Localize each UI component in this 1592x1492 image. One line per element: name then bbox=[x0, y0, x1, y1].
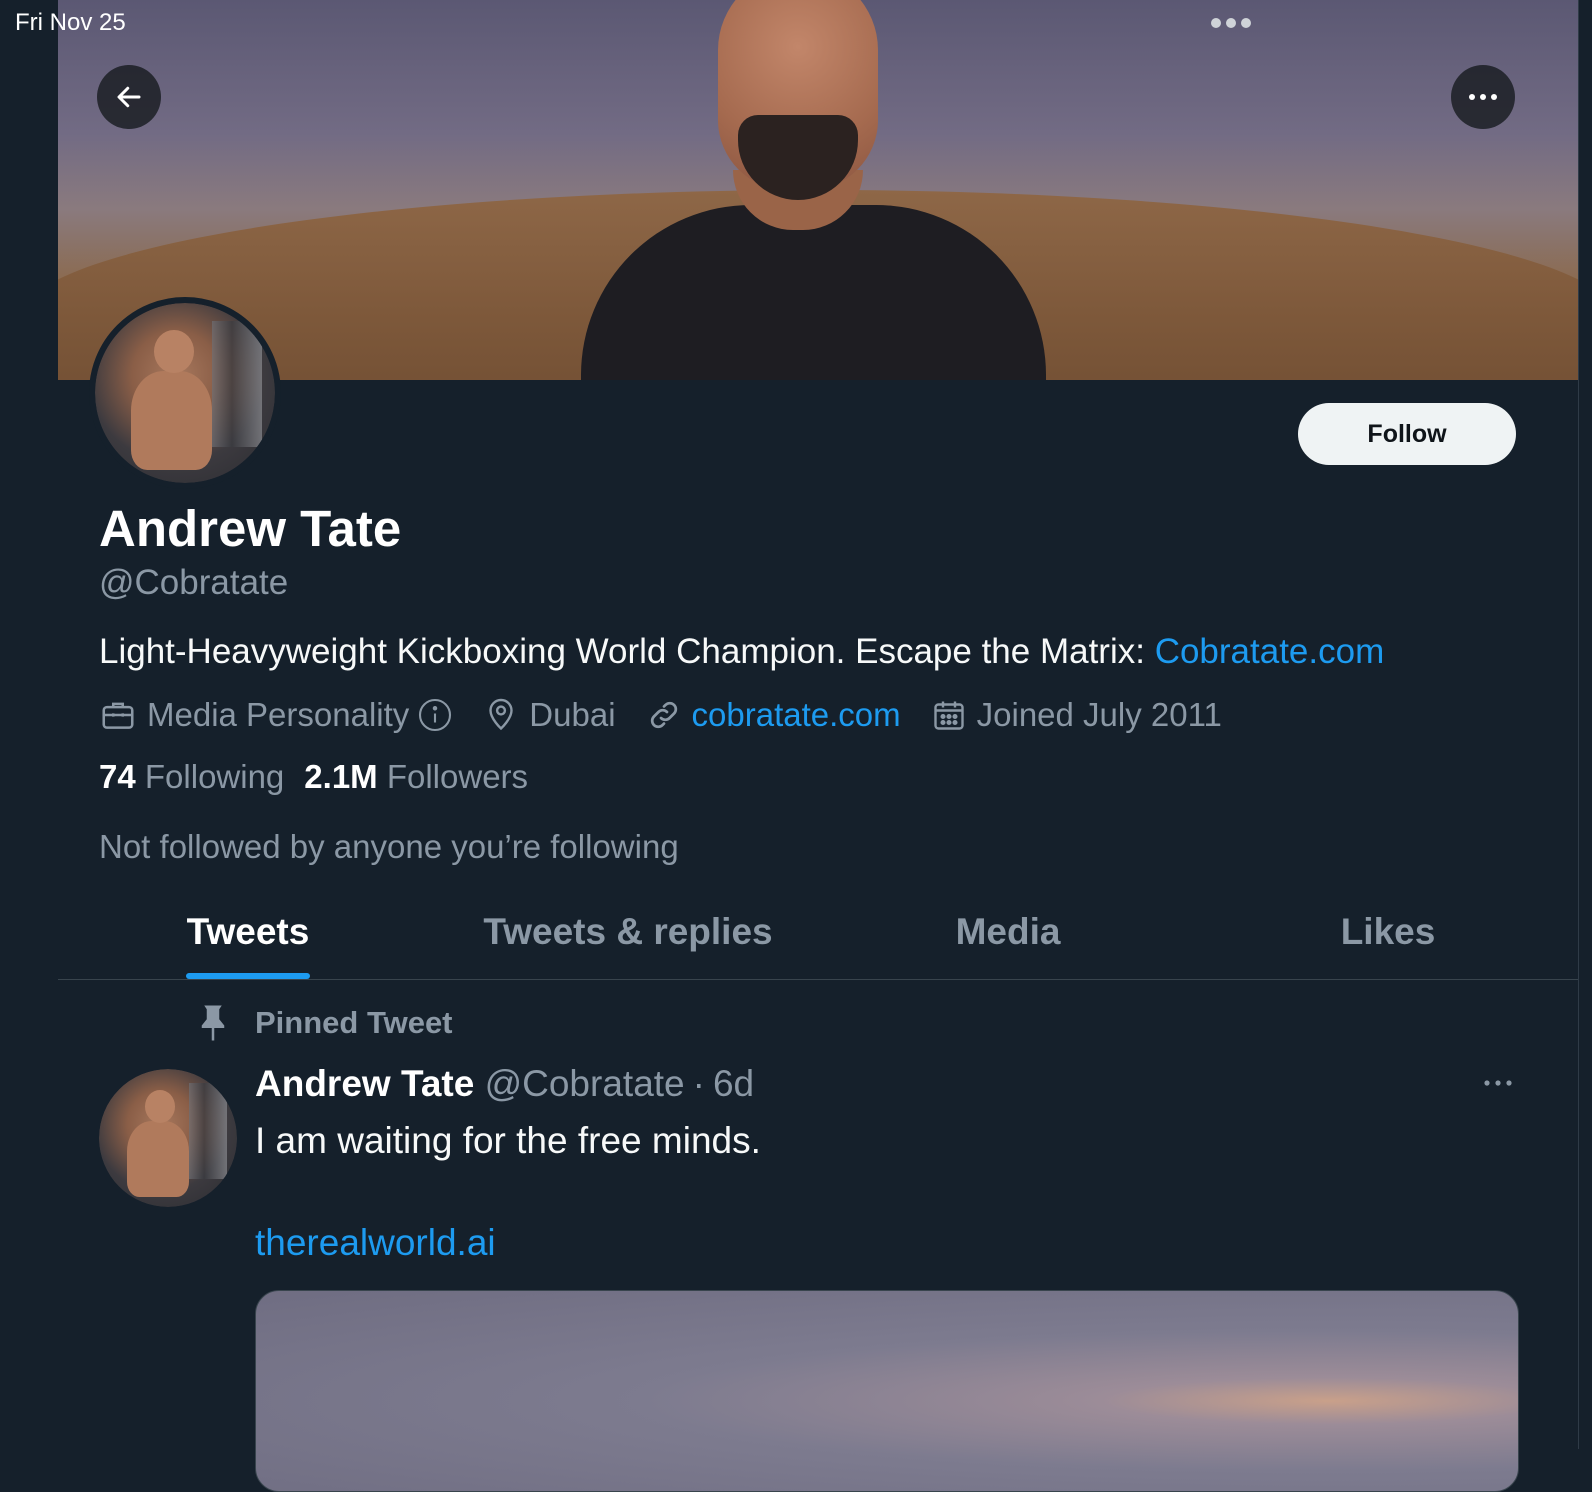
more-horizontal-icon bbox=[1469, 94, 1497, 100]
more-options-button[interactable] bbox=[1451, 65, 1515, 129]
briefcase-icon bbox=[102, 702, 134, 729]
tweet-author-handle[interactable]: @Cobratate bbox=[485, 1063, 685, 1104]
pin-icon bbox=[201, 1005, 225, 1041]
joined-label: Joined July 2011 bbox=[976, 696, 1222, 733]
profile-tabs: Tweets Tweets & replies Media Likes bbox=[58, 885, 1578, 980]
profile-location: Dubai bbox=[483, 696, 616, 734]
not-followed-text: Not followed by anyone you’re following bbox=[99, 828, 679, 865]
left-rail bbox=[0, 0, 59, 1449]
tweet-media-image[interactable] bbox=[255, 1290, 1519, 1492]
website-link[interactable]: cobratate.com bbox=[692, 696, 901, 734]
profile-handle: @Cobratate bbox=[99, 563, 289, 602]
pinned-indicator: Pinned Tweet bbox=[198, 1003, 453, 1043]
tab-label: Tweets bbox=[186, 911, 310, 952]
calendar-icon bbox=[933, 701, 964, 730]
location-label: Dubai bbox=[529, 696, 616, 733]
tab-label: Tweets & replies bbox=[483, 911, 773, 952]
tab-media[interactable]: Media bbox=[818, 885, 1198, 979]
link-icon bbox=[650, 701, 677, 729]
tweet-more-button[interactable] bbox=[1478, 1068, 1518, 1098]
tab-likes[interactable]: Likes bbox=[1198, 885, 1578, 979]
status-bar-date: Fri Nov 25 bbox=[15, 9, 126, 36]
follow-button[interactable]: Follow bbox=[1298, 403, 1516, 465]
category-label: Media Personality bbox=[147, 696, 410, 733]
following-label: Following bbox=[144, 758, 285, 795]
profile-bio: Light-Heavyweight Kickboxing World Champ… bbox=[99, 632, 1384, 672]
tweet-time[interactable]: 6d bbox=[713, 1063, 754, 1104]
tab-tweets[interactable]: Tweets bbox=[58, 885, 438, 979]
profile-joined: Joined July 2011 bbox=[931, 696, 1222, 734]
tweet-separator: · bbox=[692, 1063, 705, 1104]
back-button[interactable] bbox=[97, 65, 161, 129]
profile-stats: 74 Following 2.1M Followers bbox=[99, 758, 548, 796]
tweet-header: Andrew Tate @Cobratate · 6d bbox=[255, 1063, 754, 1105]
followers-label: Followers bbox=[386, 758, 529, 795]
tab-label: Media bbox=[955, 911, 1061, 952]
profile-avatar[interactable] bbox=[89, 297, 281, 489]
multitasking-indicator[interactable] bbox=[1211, 18, 1251, 28]
pinned-label: Pinned Tweet bbox=[255, 1005, 453, 1040]
followers-stat[interactable]: 2.1M Followers bbox=[304, 758, 528, 796]
followers-count: 2.1M bbox=[304, 758, 378, 795]
bio-text: Light-Heavyweight Kickboxing World Champ… bbox=[99, 632, 1155, 671]
following-stat[interactable]: 74 Following bbox=[99, 758, 284, 796]
following-count: 74 bbox=[99, 758, 136, 795]
tab-label: Likes bbox=[1340, 911, 1436, 952]
tweet-author-name[interactable]: Andrew Tate bbox=[255, 1063, 474, 1104]
info-icon[interactable] bbox=[417, 697, 453, 733]
bio-link[interactable]: Cobratate.com bbox=[1155, 632, 1385, 671]
active-tab-indicator bbox=[186, 973, 310, 979]
tweet-link[interactable]: therealworld.ai bbox=[255, 1222, 496, 1264]
location-pin-icon bbox=[489, 698, 513, 731]
profile-category: Media Personality bbox=[99, 696, 453, 734]
more-horizontal-icon bbox=[1484, 1080, 1512, 1086]
tweet-author-avatar[interactable] bbox=[99, 1069, 237, 1207]
arrow-left-icon bbox=[117, 86, 141, 108]
tab-tweets-and-replies[interactable]: Tweets & replies bbox=[438, 885, 818, 979]
profile-display-name: Andrew Tate bbox=[99, 500, 402, 557]
profile-banner[interactable] bbox=[58, 0, 1578, 380]
profile-column: Follow Andrew Tate @Cobratate Light-Heav… bbox=[58, 0, 1579, 1492]
profile-meta-row: Media Personality Dubai cobratate.com Jo… bbox=[99, 692, 1252, 738]
tweet-text: I am waiting for the free minds. bbox=[255, 1120, 761, 1161]
profile-website[interactable]: cobratate.com bbox=[646, 696, 901, 734]
